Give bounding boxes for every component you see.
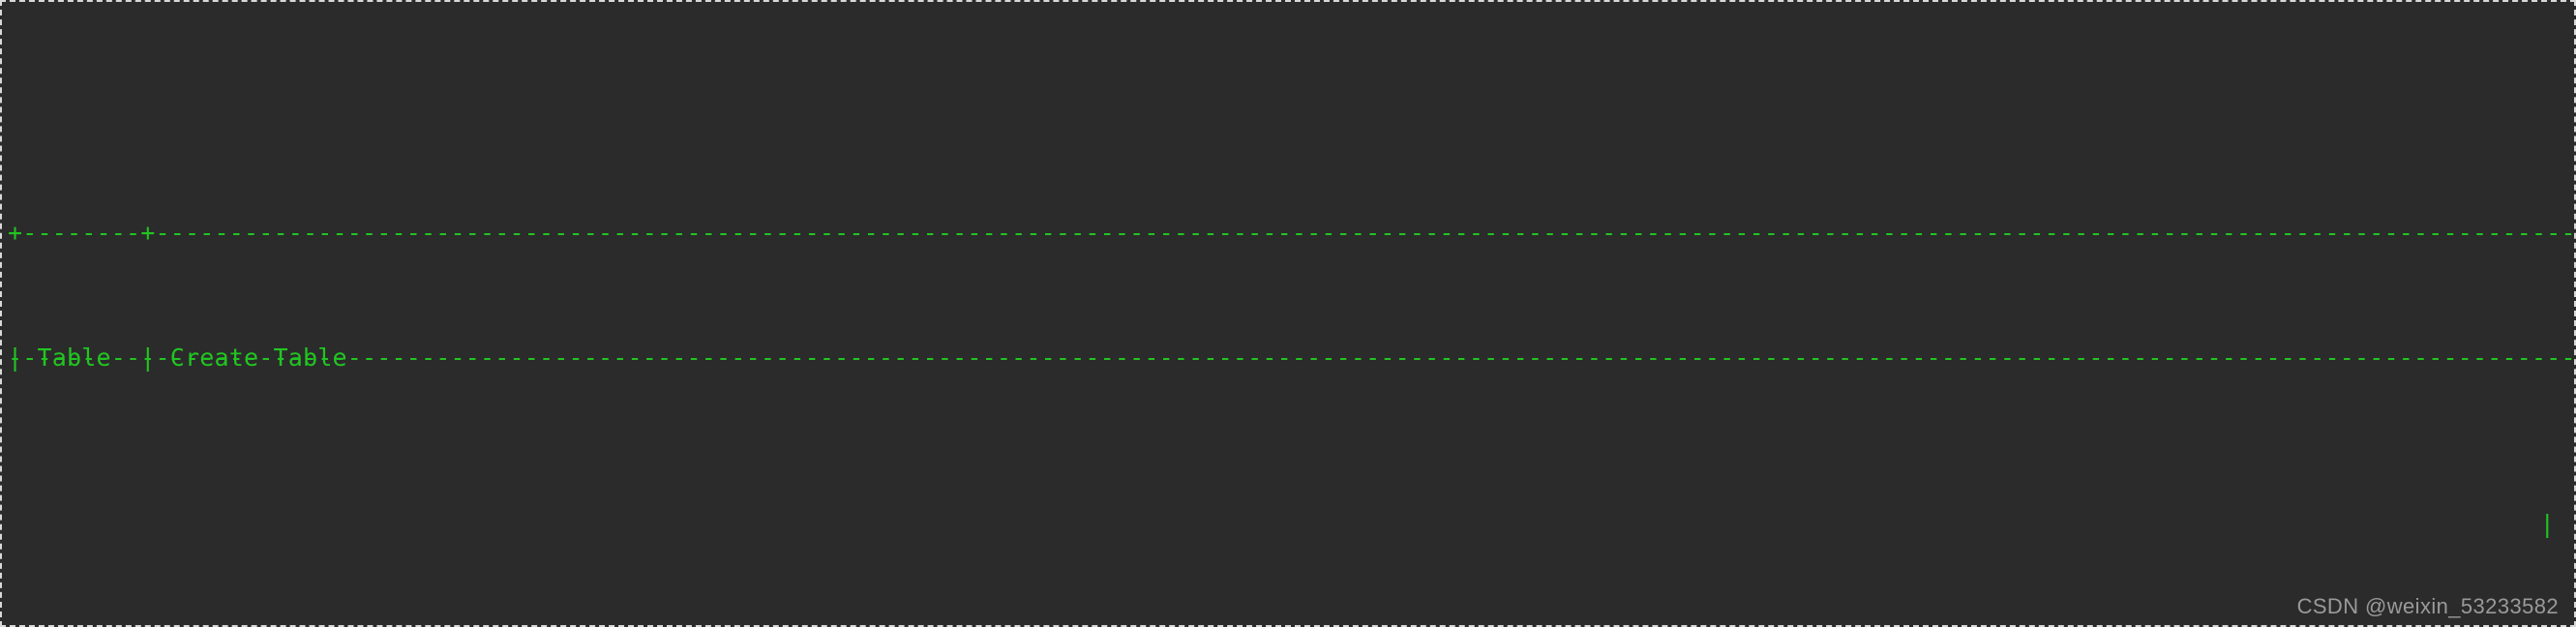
csdn-watermark: CSDN @weixin_53233582: [2296, 594, 2559, 618]
table-header-row-tail: |: [8, 503, 2574, 545]
table-header-text: | Table | Create Table: [8, 343, 347, 372]
table-rule-top-segment-2: ----------------------------------------…: [8, 343, 2576, 372]
terminal-output: +--------+------------------------------…: [2, 2, 2574, 625]
table-rule-top-segment-1: +--------+------------------------------…: [8, 219, 2576, 247]
terminal-window: +--------+------------------------------…: [0, 0, 2576, 627]
table-header-row-end-pipe: |: [2539, 510, 2555, 538]
table-rule-top: +--------+------------------------------…: [8, 129, 2574, 372]
